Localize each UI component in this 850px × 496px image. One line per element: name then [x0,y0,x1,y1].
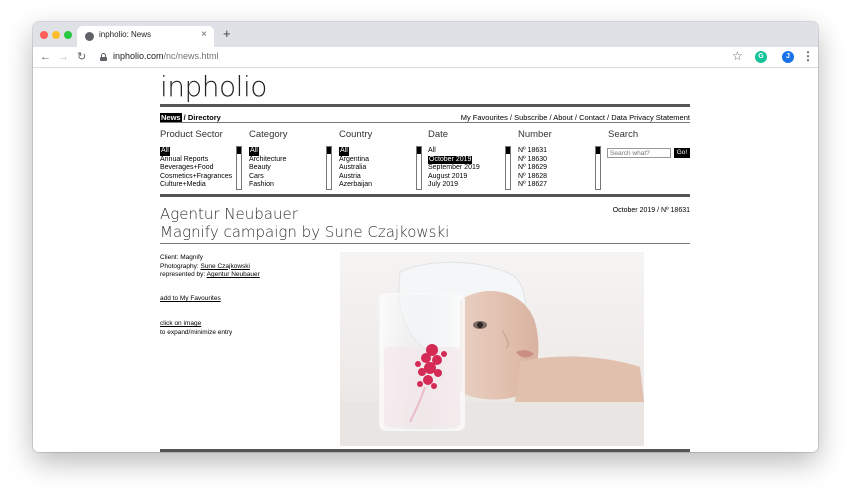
entry-campaign-title: Magnify campaign by Sune Czajkowski [160,223,450,241]
client-value: Magnify [180,254,203,261]
list-item[interactable]: All [428,147,480,156]
list-item[interactable]: Nº 18629 [518,164,547,173]
web-page: inpholio News / Directory My Favourites … [33,68,818,452]
tab-title: inpholio: News [99,30,152,39]
globe-icon [85,32,94,41]
country-list[interactable]: All Argentina Australia Austria Azerbaij… [339,147,372,190]
list-item-selected[interactable]: All [339,147,349,156]
list-item-selected[interactable]: All [160,147,170,156]
list-item-selected[interactable]: All [249,147,259,156]
browser-toolbar: ← → ↻ inpholio.com/nc/news.html ☆ G J ⋮ [33,47,818,68]
divider [160,104,690,107]
bookmark-star-icon[interactable]: ☆ [732,49,743,63]
list-item[interactable]: Australia [339,164,372,173]
product-sector-list[interactable]: All Annual Reports Beverages+Food Cosmet… [160,147,232,190]
nav-directory-link[interactable]: Directory [188,113,221,122]
list-item[interactable]: Architecture [249,156,286,165]
list-item[interactable]: Nº 18627 [518,181,547,190]
number-list[interactable]: Nº 18631 Nº 18630 Nº 18629 Nº 18628 Nº 1… [518,147,547,190]
secondary-nav[interactable]: My Favourites / Subscribe / About / Cont… [461,113,690,122]
forward-arrow-icon[interactable]: → [58,50,69,64]
divider [160,449,690,452]
entry-date-number: October 2019 / Nº 18631 [612,207,690,214]
search-go-button[interactable]: Go! [674,148,690,158]
site-logo[interactable]: inpholio [160,70,267,103]
main-nav: News / Directory [160,113,221,122]
category-heading: Category [249,129,288,140]
list-item[interactable]: September 2019 [428,164,480,173]
scrollbar-thumb[interactable] [596,147,600,154]
divider [160,194,690,197]
list-item[interactable]: July 2019 [428,181,480,190]
scrollbar[interactable] [595,146,601,190]
list-item[interactable]: Beauty [249,164,286,173]
country-heading: Country [339,129,373,140]
list-item[interactable]: Cosmetics+Fragrances [160,173,232,182]
scrollbar-thumb[interactable] [327,147,331,154]
product-sector-heading: Product Sector [160,129,223,140]
entry-agency-title: Agentur Neubauer [160,205,298,223]
browser-window: inpholio: News × + ← → ↻ inpholio.com/nc… [33,22,818,452]
expand-hint: click on image to expand/minimize entry [160,320,232,337]
zoom-window-button[interactable] [64,31,72,39]
expand-hint-text: to expand/minimize entry [160,328,233,336]
divider [160,122,690,123]
reload-icon[interactable]: ↻ [77,50,86,64]
date-heading: Date [428,129,449,140]
list-item[interactable]: Nº 18631 [518,147,547,156]
scrollbar[interactable] [505,146,511,190]
photography-label: Photography: [160,262,201,270]
url-path: /nc/news.html [163,51,219,61]
list-item[interactable]: Argentina [339,156,372,165]
number-heading: Number [518,129,552,140]
tab-bar: inpholio: News × + [33,22,818,47]
campaign-photo-illustration [340,252,644,446]
scrollbar-thumb[interactable] [237,147,241,154]
list-item[interactable]: Nº 18628 [518,173,547,182]
minimize-window-button[interactable] [52,31,60,39]
tab-close-icon[interactable]: × [201,29,207,41]
list-item[interactable]: Fashion [249,181,286,190]
scrollbar-thumb[interactable] [506,147,510,154]
category-list[interactable]: All Architecture Beauty Cars Fashion [249,147,286,190]
url-domain: inpholio.com [113,51,164,61]
click-on-image-link[interactable]: click on image [160,320,232,329]
represented-label: represented by: [160,271,207,278]
add-to-favourites-link[interactable]: add to My Favourites [160,295,221,302]
scrollbar[interactable] [236,146,242,190]
list-item[interactable]: Cars [249,173,286,182]
scrollbar-thumb[interactable] [417,147,421,154]
photographer-link[interactable]: Sune Czajkowski [200,263,250,270]
entry-title: Agentur Neubauer Magnify campaign by Sun… [160,205,449,241]
browser-tab[interactable]: inpholio: News × [77,26,214,47]
campaign-photo[interactable] [340,252,644,446]
list-item[interactable]: Nº 18630 [518,156,547,165]
list-item[interactable]: Beverages+Food [160,164,232,173]
new-tab-button[interactable]: + [223,27,231,41]
search-input[interactable] [607,148,671,158]
back-arrow-icon[interactable]: ← [40,50,51,64]
list-item[interactable]: Culture+Media [160,181,232,190]
list-item[interactable]: Azerbaijan [339,181,372,190]
profile-avatar[interactable]: J [782,51,794,63]
entry-credits: Client: Magnify Photography: Sune Czajko… [160,254,260,280]
agency-link[interactable]: Agentur Neubauer [207,271,260,278]
scrollbar[interactable] [416,146,422,190]
client-label: Client: [160,254,181,261]
date-list[interactable]: All October 2019 September 2019 August 2… [428,147,480,190]
list-item-selected[interactable]: October 2019 [428,155,473,164]
nav-news-link[interactable]: News [160,113,182,122]
lock-icon[interactable] [100,53,107,61]
content-column: inpholio News / Directory My Favourites … [160,68,690,452]
list-item[interactable]: Annual Reports [160,156,232,165]
grammarly-extension-icon[interactable]: G [755,51,767,63]
close-window-button[interactable] [40,31,48,39]
browser-menu-icon[interactable]: ⋮ [802,49,814,63]
scrollbar[interactable] [326,146,332,190]
list-item[interactable]: August 2019 [428,173,480,182]
divider [160,243,690,244]
search-heading: Search [608,129,639,140]
address-bar[interactable]: inpholio.com/nc/news.html [113,51,219,61]
list-item[interactable]: Austria [339,173,372,182]
